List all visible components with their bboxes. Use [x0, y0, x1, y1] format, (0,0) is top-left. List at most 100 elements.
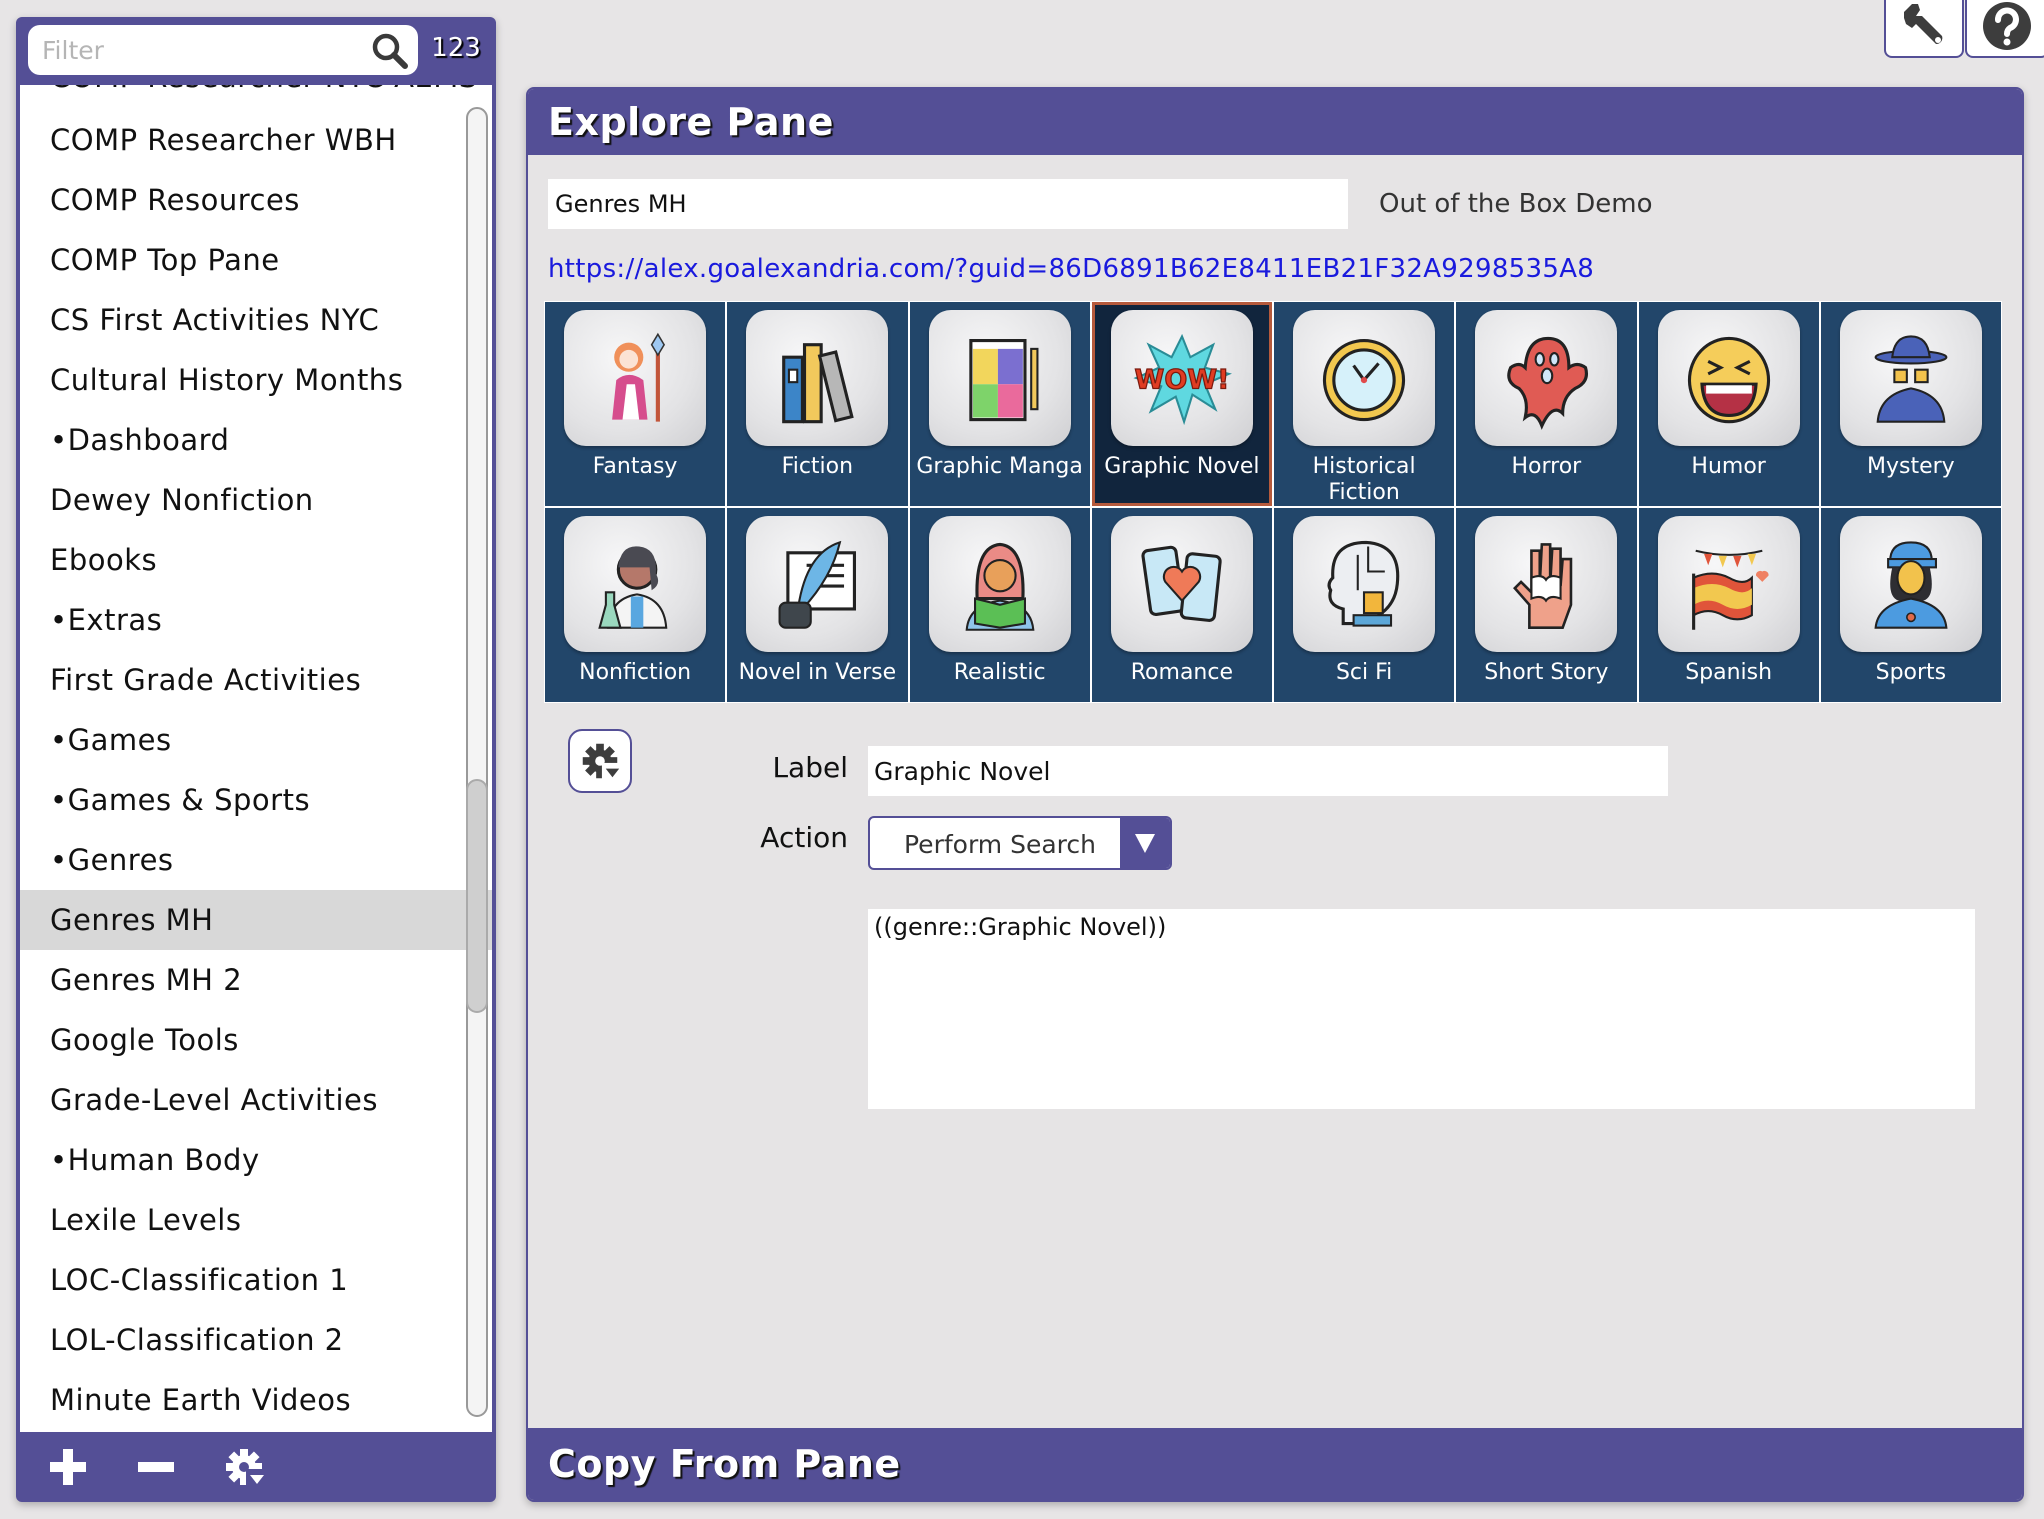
list-item[interactable]: Google Tools	[20, 1010, 492, 1070]
item-count: 123	[431, 33, 481, 63]
genre-tile[interactable]: Horror	[1456, 302, 1637, 506]
genre-tile[interactable]: Short Story	[1456, 508, 1637, 702]
list-item[interactable]: •Games	[20, 710, 492, 770]
genre-tile[interactable]: Fiction	[727, 302, 908, 506]
tile-label-input[interactable]	[868, 746, 1668, 796]
list-item-label: •Human Body	[50, 1143, 260, 1177]
list-item[interactable]: Minute Earth Videos	[20, 1370, 492, 1430]
spain-flag-icon	[1657, 516, 1800, 652]
manga-icon	[928, 310, 1071, 446]
gear-menu-icon[interactable]	[220, 1443, 268, 1491]
list-item-label: •Genres	[50, 843, 174, 877]
pane-list: COMP Researcher NYC AEMS COMP Researcher …	[20, 85, 492, 1432]
genre-tile-label: Graphic Manga	[916, 454, 1083, 479]
svg-text:WOW!: WOW!	[1134, 364, 1229, 395]
list-item[interactable]: First Grade Activities	[20, 650, 492, 710]
list-item[interactable]: •Games & Sports	[20, 770, 492, 830]
list-item[interactable]: Genres MH	[20, 890, 492, 950]
list-item[interactable]: •Dashboard	[20, 410, 492, 470]
genre-tile-label: Sports	[1875, 660, 1947, 685]
genre-tile[interactable]: Romance	[1091, 508, 1272, 702]
plus-icon[interactable]	[44, 1443, 92, 1491]
list-item[interactable]: Lexile Levels	[20, 1190, 492, 1250]
list-item[interactable]: COMP Top Pane	[20, 230, 492, 290]
list-item[interactable]: COMP Researcher NYC AEMS	[20, 85, 492, 110]
scientist-icon	[564, 516, 707, 652]
list-item[interactable]: CS First Activities NYC	[20, 290, 492, 350]
filter-input[interactable]	[28, 34, 348, 66]
list-scrollbar[interactable]	[466, 107, 488, 1417]
list-item[interactable]: Ebooks	[20, 530, 492, 590]
genre-tile[interactable]: Mystery	[1820, 302, 2001, 506]
genre-tile[interactable]: Humor	[1638, 302, 1819, 506]
pane-url-link[interactable]: https://alex.goalexandria.com/?guid=86D6…	[548, 254, 1594, 284]
list-item[interactable]: Grade-Level Activities	[20, 1070, 492, 1130]
list-item-label: Genres MH 2	[50, 963, 243, 997]
explore-pane-title: Explore Pane	[548, 100, 834, 144]
explore-pane: Explore Pane Out of the Box Demo https:/…	[526, 87, 2024, 1502]
genre-tile[interactable]: Graphic Manga	[909, 302, 1090, 506]
laughing-face-icon	[1657, 310, 1800, 446]
genre-tile-label: Mystery	[1867, 454, 1955, 479]
robot-head-icon	[1293, 516, 1436, 652]
list-item[interactable]: Dewey Nonfiction	[20, 470, 492, 530]
list-item[interactable]: Genres MH 2	[20, 950, 492, 1010]
sidebar-header: 123	[16, 17, 496, 85]
hand-book-icon	[1475, 516, 1618, 652]
list-item[interactable]: LOL-Classification 2	[20, 1310, 492, 1370]
genre-tile[interactable]: WOW! Graphic Novel	[1091, 302, 1272, 506]
action-caption: Action	[760, 821, 848, 854]
label-caption: Label	[772, 751, 848, 784]
sidebar-footer	[16, 1432, 496, 1502]
chevron-down-icon	[1135, 834, 1155, 853]
list-item[interactable]: COMP Resources	[20, 170, 492, 230]
genre-tile-label: Fantasy	[592, 454, 678, 479]
minus-icon[interactable]	[132, 1443, 180, 1491]
genre-tile-label: Humor	[1691, 454, 1766, 479]
genre-tile[interactable]: Sports	[1820, 508, 2001, 702]
list-item[interactable]: Cultural History Months	[20, 350, 492, 410]
list-item[interactable]: •Genres	[20, 830, 492, 890]
genre-tile[interactable]: Sci Fi	[1274, 508, 1455, 702]
wow-icon: WOW!	[1110, 310, 1253, 446]
list-item[interactable]: •Human Body	[20, 1130, 492, 1190]
genre-tile-label: Short Story	[1484, 660, 1609, 685]
genre-tile-label: Sci Fi	[1335, 660, 1393, 685]
search-query-textarea[interactable]: ((genre::Graphic Novel))	[868, 909, 1975, 1109]
list-item-label: Minute Earth Videos	[50, 1383, 352, 1417]
genre-tile[interactable]: Nonfiction	[545, 508, 726, 702]
list-item[interactable]: LOC-Classification 1	[20, 1250, 492, 1310]
genre-tile[interactable]: Spanish	[1638, 508, 1819, 702]
genre-tile-label: Realistic	[953, 660, 1046, 685]
books-icon	[746, 310, 889, 446]
genre-tile-label: Spanish	[1685, 660, 1773, 685]
sidebar: 123 COMP Researcher NYC AEMSCOMP Researc…	[16, 17, 496, 1502]
genre-tile[interactable]: Fantasy	[545, 302, 726, 506]
genre-tile[interactable]: Realistic	[909, 508, 1090, 702]
list-scroll-thumb[interactable]	[466, 779, 488, 1013]
list-item-label: •Extras	[50, 603, 163, 637]
help-button[interactable]	[1965, 0, 2044, 58]
list-item[interactable]: •Extras	[20, 590, 492, 650]
genre-tile-label: Horror	[1511, 454, 1582, 479]
list-item-label: COMP Researcher WBH	[50, 123, 397, 157]
wrench-icon	[1904, 4, 1943, 45]
coach-icon	[1839, 516, 1982, 652]
list-item-label: Google Tools	[50, 1023, 239, 1057]
search-icon[interactable]	[370, 31, 410, 71]
pane-owner: Out of the Box Demo	[1379, 189, 1653, 219]
filter-box[interactable]	[28, 25, 418, 75]
copy-from-pane-header[interactable]: Copy From Pane	[528, 1428, 2022, 1500]
genre-tile[interactable]: Novel in Verse	[727, 508, 908, 702]
quill-icon	[746, 516, 889, 652]
genre-tile[interactable]: Historical Fiction	[1274, 302, 1455, 506]
pane-name-input[interactable]	[548, 179, 1348, 229]
settings-button[interactable]	[1884, 0, 1964, 58]
list-item-label: LOL-Classification 2	[50, 1323, 344, 1357]
genre-tile-label: Graphic Novel	[1104, 454, 1260, 479]
list-item-label: COMP Top Pane	[50, 243, 280, 277]
action-select[interactable]: Perform Search	[868, 816, 1172, 870]
tile-settings-button[interactable]	[568, 729, 632, 793]
list-item[interactable]: COMP Researcher WBH	[20, 110, 492, 170]
action-dropdown-button[interactable]	[1120, 818, 1170, 868]
